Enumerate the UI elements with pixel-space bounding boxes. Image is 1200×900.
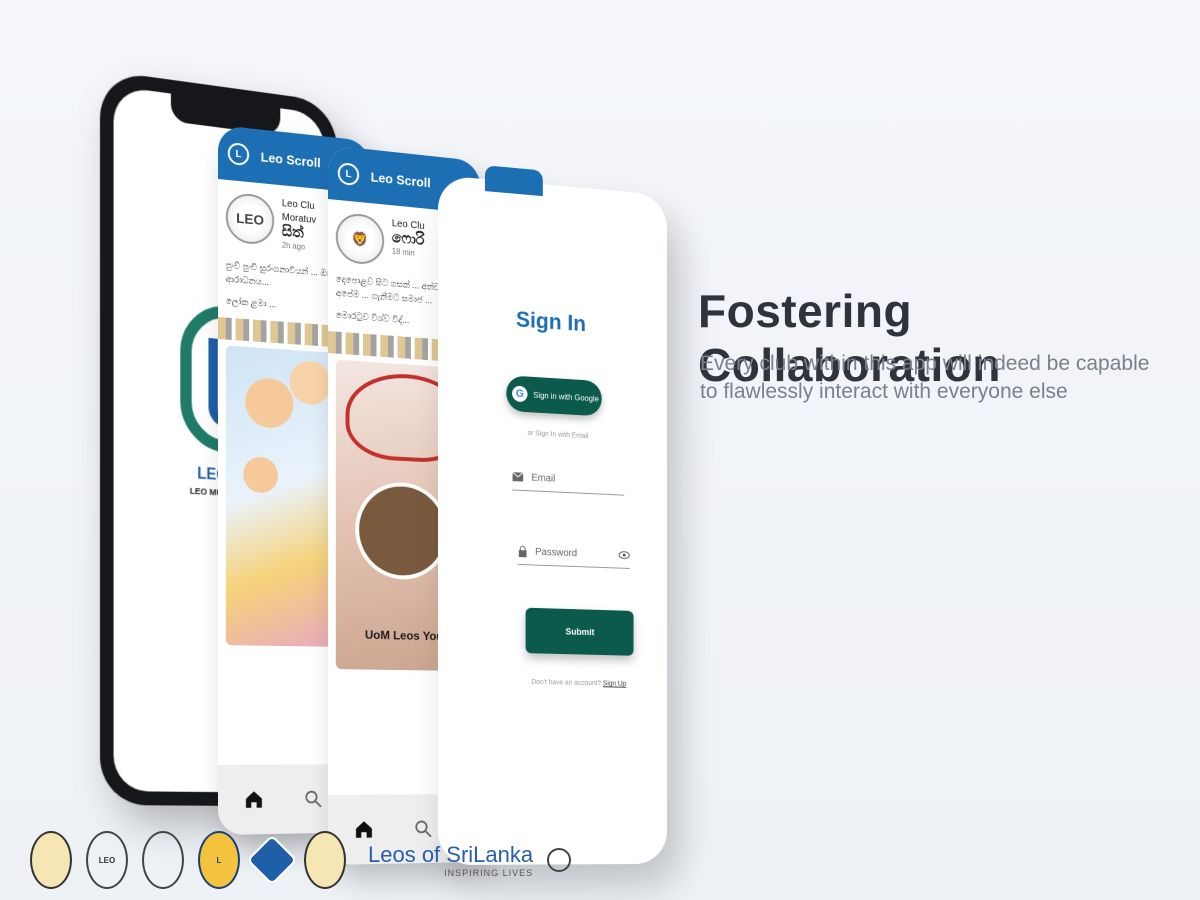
lock-icon — [518, 545, 528, 558]
person-photo — [355, 480, 449, 581]
search-icon[interactable] — [303, 788, 324, 810]
submit-button[interactable]: Submit — [525, 607, 634, 656]
leo-icon: LEO — [86, 831, 128, 889]
lions-icon: L — [198, 831, 240, 889]
subtext: Every club within this app will indeed b… — [700, 352, 1150, 403]
no-account-text: Don't have an account? — [531, 678, 602, 688]
leos-brand: Leos of SriLanka INSPIRING LIVES — [368, 842, 533, 878]
post-time: 2h ago — [281, 240, 306, 252]
google-signin-button[interactable]: G Sign in with Google — [506, 375, 602, 417]
signin-screen: Sign In G Sign in with Google or Sign In… — [438, 165, 668, 865]
club-avatar[interactable]: 🦁 — [335, 211, 385, 266]
brand-tagline: INSPIRING LIVES — [444, 868, 534, 878]
illustration-kid-icon — [289, 359, 332, 406]
password-field[interactable]: Password — [517, 538, 630, 569]
signup-prompt: Don't have an account? Sign Up — [531, 679, 626, 688]
email-placeholder: Email — [531, 472, 556, 485]
password-placeholder: Password — [535, 546, 578, 559]
signup-link[interactable]: Sign Up — [603, 680, 626, 687]
footer-logos: LEO L Leos of SriLanka INSPIRING LIVES — [30, 825, 572, 895]
diamond-icon — [246, 834, 298, 886]
post-meta: Leo Clu ෆොරි 18 min — [392, 217, 425, 269]
emblem-icon — [304, 831, 346, 889]
crest-icon — [30, 831, 72, 889]
app-logo-icon: L — [337, 162, 360, 187]
illustration-kid-icon — [245, 376, 294, 430]
district-icon — [142, 831, 184, 889]
signin-title: Sign In — [515, 306, 586, 337]
app-title: Leo Scroll — [260, 148, 321, 170]
eye-icon[interactable] — [619, 550, 630, 560]
leo-mini-icon — [547, 848, 572, 872]
app-logo-icon: L — [227, 142, 250, 167]
illustration-kid-icon — [243, 456, 279, 494]
google-signin-label: Sign in with Google — [533, 390, 599, 404]
screen-tab — [484, 165, 543, 197]
club-avatar[interactable]: LEO — [225, 191, 275, 246]
or-divider-text: or Sign In with Email — [527, 429, 589, 441]
app-title: Leo Scroll — [370, 168, 431, 190]
brand-name: Leos of SriLanka — [368, 842, 534, 867]
google-icon: G — [512, 385, 528, 403]
mail-icon — [512, 472, 524, 482]
post-meta: Leo Clu Moratuv සිත් 2h ago — [282, 197, 316, 255]
email-field[interactable]: Email — [512, 463, 625, 496]
poster-caption: UoM Leos You — [364, 627, 444, 644]
home-icon[interactable] — [243, 789, 264, 811]
